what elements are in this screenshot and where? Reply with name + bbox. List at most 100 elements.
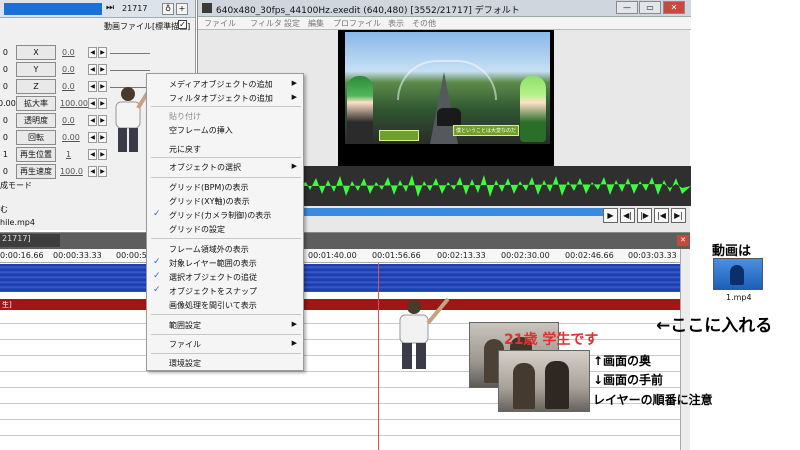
- frame-slider[interactable]: [4, 3, 102, 15]
- playpos-left-value[interactable]: 1: [0, 150, 8, 159]
- runner-icon: [730, 265, 744, 285]
- playpos-right-value[interactable]: 1: [66, 150, 71, 159]
- menu-file[interactable]: ファイル: [204, 18, 236, 29]
- menu-edit[interactable]: 編集: [308, 18, 324, 29]
- filter-checkbox[interactable]: ✓: [178, 20, 187, 29]
- speed-increase-icon[interactable]: ▶: [98, 166, 107, 177]
- scale-left-value[interactable]: 0.00: [0, 99, 16, 108]
- next-frame-icon[interactable]: |▶: [637, 208, 652, 223]
- rotation-left-value[interactable]: 0: [0, 133, 8, 142]
- speed-left-value[interactable]: 0: [0, 167, 8, 176]
- time-ruler[interactable]: 0:00:16.66 00:00:33.33 00:00:50 00:01:40…: [0, 249, 680, 263]
- video-preview[interactable]: 僕ということは大変なのだ: [345, 32, 550, 144]
- menu-separator: [151, 177, 301, 178]
- menu-view[interactable]: 表示: [388, 18, 404, 29]
- rotation-decrease-icon[interactable]: ◀: [88, 132, 97, 143]
- y-left-value[interactable]: 0: [0, 65, 8, 74]
- timeline-scrollbar[interactable]: [680, 249, 690, 450]
- menu-separator: [151, 334, 301, 335]
- tick-label: 00:02:46.66: [565, 251, 614, 260]
- file-label[interactable]: 1.mp4: [726, 293, 752, 302]
- playback-position-button[interactable]: 再生位置: [16, 147, 56, 162]
- menu-grid-xy[interactable]: グリッド(XY軸)の表示: [169, 196, 250, 207]
- x-button[interactable]: X: [16, 45, 56, 60]
- chain-icon[interactable]: ♁: [162, 3, 174, 15]
- playhead[interactable]: [378, 263, 379, 450]
- menu-show-outside-frame[interactable]: フレーム領域外の表示: [169, 244, 249, 255]
- y-button[interactable]: Y: [16, 62, 56, 77]
- tick-label: 00:03:03.33: [628, 251, 677, 260]
- menu-select-object[interactable]: オブジェクトの選択: [169, 162, 241, 173]
- menu-insert-empty-frame[interactable]: 空フレームの挿入: [169, 125, 233, 136]
- opacity-right-value[interactable]: 0.0: [62, 116, 75, 125]
- go-end-icon[interactable]: ▶|: [671, 208, 686, 223]
- rotation-button[interactable]: 回転: [16, 130, 56, 145]
- x-left-value[interactable]: 0: [0, 48, 8, 57]
- menu-add-filter-object[interactable]: フィルタオブジェクトの追加: [169, 93, 273, 104]
- menu-grid-bpm[interactable]: グリッド(BPM)の表示: [169, 182, 248, 193]
- x-increase-icon[interactable]: ▶: [98, 47, 107, 58]
- speed-decrease-icon[interactable]: ◀: [88, 166, 97, 177]
- menu-filter[interactable]: フィルタ: [250, 18, 282, 29]
- speed-right-value[interactable]: 100.0: [60, 167, 83, 176]
- playpos-decrease-icon[interactable]: ◀: [88, 149, 97, 160]
- person-cutout: [115, 87, 150, 152]
- y-increase-icon[interactable]: ▶: [98, 64, 107, 75]
- blend-mode-label[interactable]: 成モード: [0, 180, 32, 191]
- prev-frame-icon[interactable]: ◀|: [620, 208, 635, 223]
- menu-add-media-object[interactable]: メディアオブジェクトの追加: [169, 79, 272, 90]
- menu-settings[interactable]: 設定: [284, 18, 300, 29]
- opacity-decrease-icon[interactable]: ◀: [88, 115, 97, 126]
- audio-waveform[interactable]: [298, 166, 691, 206]
- layer-2-bar[interactable]: 生]: [0, 299, 680, 310]
- z-button[interactable]: Z: [16, 79, 56, 94]
- menu-preferences[interactable]: 環境設定: [169, 358, 201, 369]
- timeline-close-icon[interactable]: ✕: [677, 235, 689, 246]
- scale-button[interactable]: 拡大率: [16, 96, 56, 111]
- menu-grid-settings[interactable]: グリッドの設定: [169, 224, 225, 235]
- layer-1-bar[interactable]: [0, 264, 680, 292]
- scale-right-value[interactable]: 100.00: [60, 99, 88, 108]
- x-decrease-icon[interactable]: ◀: [88, 47, 97, 58]
- rotation-right-value[interactable]: 0.00: [62, 133, 80, 142]
- menu-thin-processing[interactable]: 画像処理を間引いて表示: [169, 300, 257, 311]
- video-is-label: 動画は: [712, 244, 752, 259]
- menu-snap-objects[interactable]: オブジェクトをスナップ: [169, 286, 257, 297]
- seek-bar[interactable]: [298, 208, 603, 216]
- menu-range-settings[interactable]: 範囲設定: [169, 320, 201, 331]
- menu-follow-selection[interactable]: 選択オブジェクトの追従: [169, 272, 257, 283]
- y-slider[interactable]: [110, 70, 150, 71]
- go-start-icon[interactable]: |◀: [654, 208, 669, 223]
- x-slider[interactable]: [110, 53, 150, 54]
- menu-separator: [151, 157, 301, 158]
- check-icon: ✓: [153, 271, 161, 281]
- y-right-value[interactable]: 0.0: [62, 65, 75, 74]
- x-right-value[interactable]: 0.0: [62, 48, 75, 57]
- menu-paste[interactable]: 貼り付け: [169, 111, 201, 122]
- menu-show-layer-range[interactable]: 対象レイヤー範囲の表示: [169, 258, 257, 269]
- play-icon[interactable]: ▶: [603, 208, 618, 223]
- opacity-button[interactable]: 透明度: [16, 113, 56, 128]
- menu-file[interactable]: ファイル: [169, 339, 201, 350]
- z-left-value[interactable]: 0: [0, 82, 8, 91]
- menu-other[interactable]: その他: [412, 18, 436, 29]
- playback-speed-button[interactable]: 再生速度: [16, 164, 56, 179]
- plus-icon[interactable]: +: [176, 3, 188, 15]
- close-icon[interactable]: ✕: [663, 1, 685, 14]
- minimize-icon[interactable]: —: [616, 1, 638, 14]
- scale-decrease-icon[interactable]: ◀: [88, 98, 97, 109]
- menu-grid-camera[interactable]: グリッド(カメラ制御)の表示: [169, 210, 271, 221]
- person-silhouette: [545, 361, 569, 409]
- maximize-icon[interactable]: ▭: [639, 1, 661, 14]
- menu-profile[interactable]: プロファイル: [333, 18, 381, 29]
- menu-undo[interactable]: 元に戻す: [169, 144, 201, 155]
- z-decrease-icon[interactable]: ◀: [88, 81, 97, 92]
- z-right-value[interactable]: 0.0: [62, 82, 75, 91]
- y-decrease-icon[interactable]: ◀: [88, 64, 97, 75]
- skip-end-icon[interactable]: ⏭: [106, 3, 114, 13]
- mp4-file-icon[interactable]: [713, 258, 763, 290]
- submenu-arrow-icon: ▶: [291, 162, 297, 170]
- tick-label: 00:00:33.33: [53, 251, 102, 260]
- photo-front: [498, 350, 590, 412]
- opacity-left-value[interactable]: 0: [0, 116, 8, 125]
